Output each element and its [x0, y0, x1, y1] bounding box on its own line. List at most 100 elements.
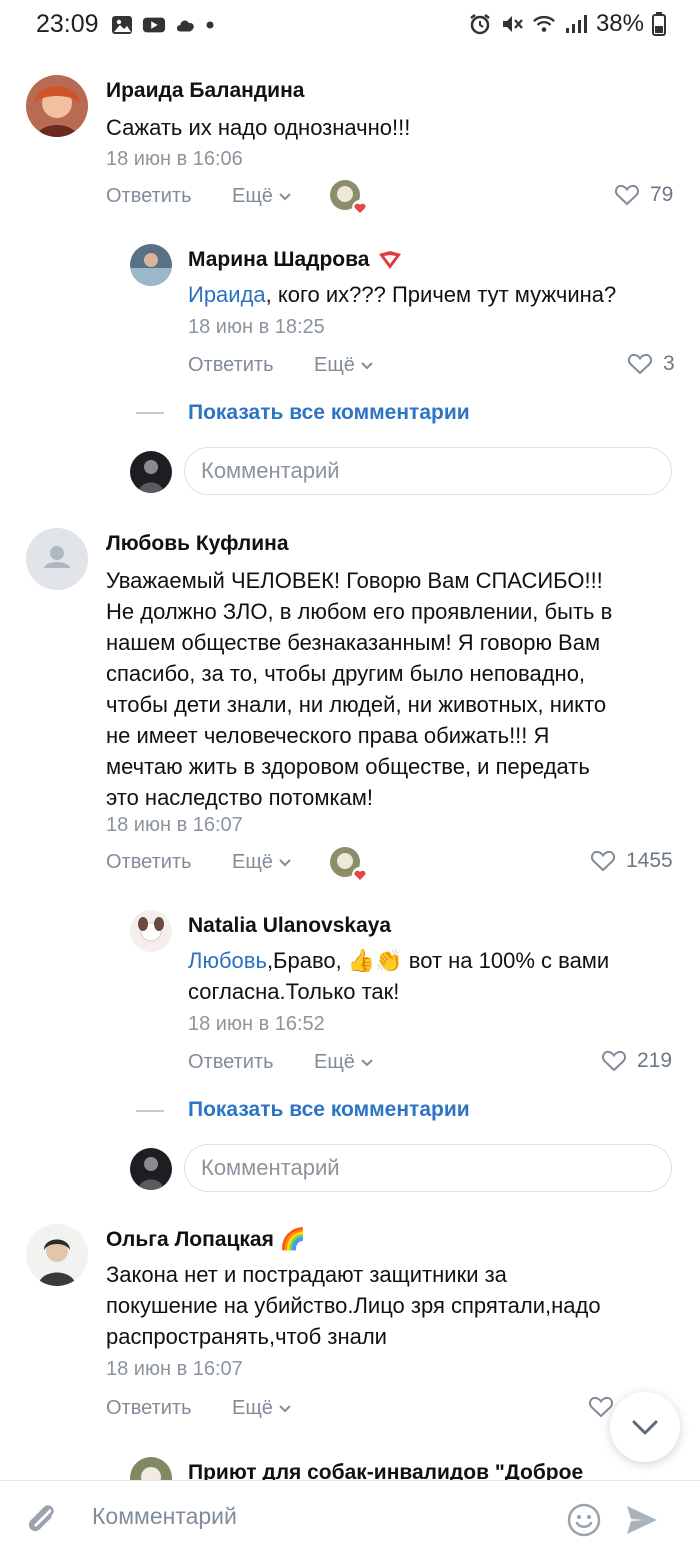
like-button[interactable]: 219	[601, 1049, 672, 1073]
chevron-down-icon	[279, 859, 292, 867]
comment-text: Сажать их надо однозначно!!!	[106, 115, 411, 140]
comments-feed[interactable]: Ираида Баландина Сажать их надо однознач…	[0, 52, 700, 1480]
like-button[interactable]: 79	[614, 183, 673, 207]
comment-author[interactable]: Natalia Ulanovskaya	[188, 914, 391, 938]
alarm-icon	[470, 14, 490, 35]
like-button[interactable]: 1455	[590, 849, 673, 873]
reply-comment-input[interactable]: Комментарий	[184, 1144, 672, 1192]
heart-icon	[352, 200, 368, 216]
status-notification-icons	[110, 14, 214, 36]
more-button[interactable]: Ещё	[314, 1051, 374, 1074]
comment-text-body: ,Браво, 👍👏 вот на 100% с вами	[266, 948, 610, 973]
my-avatar	[130, 451, 172, 493]
avatar[interactable]	[130, 244, 172, 286]
avatar[interactable]	[26, 75, 88, 137]
mention-link[interactable]: Любовь	[188, 948, 267, 973]
scroll-down-button[interactable]	[610, 1392, 680, 1462]
chevron-down-icon	[361, 362, 374, 370]
comment-composer: Комментарий	[0, 1480, 700, 1556]
comment-date: 18 июн в 18:25	[188, 316, 325, 338]
comment-author[interactable]: Любовь Куфлина	[106, 532, 289, 556]
mention-link[interactable]: Ираида	[188, 282, 266, 307]
like-count: 219	[637, 1049, 673, 1072]
divider	[136, 412, 164, 414]
reply-button[interactable]: Ответить	[188, 1051, 274, 1074]
comment-author-name: Марина Шадрова	[188, 248, 370, 271]
chevron-down-icon	[279, 1405, 292, 1413]
heart-outline-icon	[602, 1050, 626, 1072]
battery-icon	[652, 12, 666, 36]
mute-icon	[502, 16, 523, 32]
more-label: Ещё	[314, 354, 355, 376]
comment-date: 18 июн в 16:07	[106, 814, 243, 836]
reply-comment-input[interactable]: Комментарий	[184, 447, 672, 495]
status-bar: 23:09 38%	[0, 0, 700, 52]
show-all-comments-link[interactable]: Показать все комментарии	[188, 401, 470, 425]
cloud-icon	[177, 20, 194, 32]
reply-button[interactable]: Ответить	[106, 1397, 192, 1420]
reply-button[interactable]: Ответить	[106, 185, 192, 208]
comment-text: Закона нет и пострадают защитники за пок…	[106, 1259, 676, 1352]
comment-date: 18 июн в 16:07	[106, 1358, 243, 1380]
more-label: Ещё	[232, 185, 273, 207]
youtube-icon	[142, 17, 166, 33]
more-button[interactable]: Ещё	[232, 1397, 292, 1420]
comment-text: Ираида, кого их??? Причем тут мужчина?	[188, 279, 616, 310]
comment-text-line: мечтаю жить в здоровом обществе, и перед…	[106, 754, 590, 779]
smile-icon[interactable]	[566, 1502, 602, 1538]
comment-text-body: , кого их??? Причем тут мужчина?	[265, 282, 617, 307]
comment-text-line: покушение на убийство.Лицо зря спрятали,…	[106, 1293, 601, 1318]
show-all-comments-link[interactable]: Показать все комментарии	[188, 1098, 470, 1122]
avatar[interactable]	[130, 910, 172, 952]
comment-text-line: распространять,чтоб знали	[106, 1324, 387, 1349]
heart-outline-icon	[628, 353, 652, 375]
divider	[136, 1110, 164, 1112]
comment-text-line: чтобы дети знали, ни людей, ни животных,…	[106, 692, 607, 717]
comment-author[interactable]: Приют для собак-инвалидов "Доброе	[188, 1461, 583, 1480]
attachment-icon[interactable]	[22, 1499, 62, 1539]
avatar[interactable]	[130, 1457, 172, 1480]
chevron-down-icon	[632, 1420, 658, 1435]
comment-text-line: Любовь,Браво, 👍👏 вот на 100% с вами	[188, 945, 668, 976]
comment-text: Уважаемый ЧЕЛОВЕК! Говорю Вам СПАСИБО!!!…	[106, 565, 676, 813]
comment-text-line: спасибо, за то, чтобы другим было непова…	[106, 661, 586, 686]
status-right: 38%	[468, 10, 666, 38]
comment-text-line: не имеет человеческого права обижать!!! …	[106, 723, 550, 748]
reply-button[interactable]: Ответить	[188, 354, 274, 377]
battery-percent: 38%	[595, 10, 644, 37]
send-icon[interactable]	[624, 1502, 660, 1538]
comment-input-placeholder[interactable]: Комментарий	[92, 1503, 237, 1530]
reply-button[interactable]: Ответить	[106, 851, 192, 874]
reaction-avatar[interactable]	[330, 847, 368, 883]
dot-icon	[206, 21, 214, 29]
heart-icon	[352, 867, 368, 883]
like-count: 79	[650, 183, 674, 206]
like-count: 3	[663, 352, 675, 375]
chevron-down-icon	[361, 1059, 374, 1067]
more-button[interactable]: Ещё	[314, 354, 374, 377]
comment-text-line: Не должно ЗЛО, в любом его проявлении, б…	[106, 599, 613, 624]
avatar[interactable]	[26, 528, 88, 590]
comment-text-line: согласна.Только так!	[188, 979, 400, 1004]
comment-text-line: нашем обществе безнаказанным! Я говорю В…	[106, 630, 601, 655]
reply-comment-placeholder: Комментарий	[201, 1155, 340, 1180]
more-label: Ещё	[314, 1051, 355, 1073]
chevron-down-icon	[279, 193, 292, 201]
more-button[interactable]: Ещё	[232, 851, 292, 874]
signal-icon	[565, 15, 587, 33]
comment-text-line: Закона нет и пострадают защитники за	[106, 1262, 507, 1287]
comment-text-line: это наследство потомкам!	[106, 785, 374, 810]
avatar[interactable]	[26, 1224, 88, 1286]
reply-comment-placeholder: Комментарий	[201, 458, 340, 483]
comment-author[interactable]: Ираида Баландина	[106, 79, 304, 103]
comment-text: Любовь,Браво, 👍👏 вот на 100% с вами согл…	[188, 945, 668, 1007]
comment-author[interactable]: Ольга Лопацкая 🌈	[106, 1228, 306, 1252]
wifi-icon	[532, 15, 555, 32]
status-time: 23:09	[36, 10, 99, 38]
reaction-avatar[interactable]	[330, 180, 368, 216]
like-button[interactable]: 3	[627, 352, 675, 376]
like-count: 1455	[626, 849, 673, 872]
comment-author[interactable]: Марина Шадрова	[188, 248, 403, 272]
more-button[interactable]: Ещё	[232, 185, 292, 208]
comment-date: 18 июн в 16:52	[188, 1013, 325, 1035]
